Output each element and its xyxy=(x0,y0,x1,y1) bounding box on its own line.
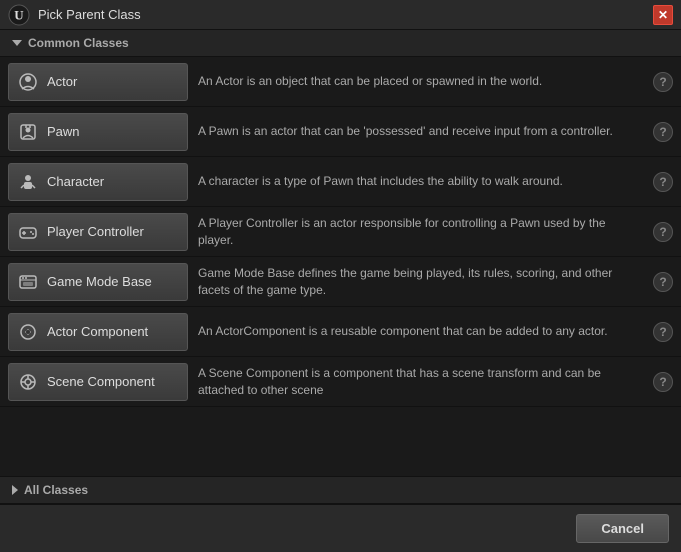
actor-icon xyxy=(17,71,39,93)
help-icon[interactable]: ? xyxy=(653,72,673,92)
all-classes-label: All Classes xyxy=(24,483,88,497)
class-list: Actor An Actor is an object that can be … xyxy=(0,57,681,476)
gamemodebase-icon xyxy=(17,271,39,293)
playercontroller-icon xyxy=(17,221,39,243)
class-description: Game Mode Base defines the game being pl… xyxy=(198,265,643,299)
class-button-character[interactable]: Character xyxy=(8,163,188,201)
class-item[interactable]: Player Controller A Player Controller is… xyxy=(0,207,681,257)
scenecomponent-icon xyxy=(17,371,39,393)
class-button-playercontroller[interactable]: Player Controller xyxy=(8,213,188,251)
class-item[interactable]: Scene Component A Scene Component is a c… xyxy=(0,357,681,407)
class-item[interactable]: Character A character is a type of Pawn … xyxy=(0,157,681,207)
pawn-icon xyxy=(17,121,39,143)
class-item[interactable]: Actor An Actor is an object that can be … xyxy=(0,57,681,107)
help-icon[interactable]: ? xyxy=(653,172,673,192)
class-name: Scene Component xyxy=(47,374,155,389)
class-button-actorcomponent[interactable]: Actor Component xyxy=(8,313,188,351)
help-icon[interactable]: ? xyxy=(653,272,673,292)
ue-logo: U xyxy=(8,4,30,26)
class-name: Game Mode Base xyxy=(47,274,152,289)
class-description: An Actor is an object that can be placed… xyxy=(198,73,643,90)
actorcomponent-icon xyxy=(17,321,39,343)
class-description: A character is a type of Pawn that inclu… xyxy=(198,173,643,190)
class-description: An ActorComponent is a reusable componen… xyxy=(198,323,643,340)
all-classes-header[interactable]: All Classes xyxy=(0,476,681,504)
class-item[interactable]: Actor Component An ActorComponent is a r… xyxy=(0,307,681,357)
svg-text:U: U xyxy=(14,7,24,22)
class-name: Actor xyxy=(47,74,77,89)
class-item[interactable]: Pawn A Pawn is an actor that can be 'pos… xyxy=(0,107,681,157)
class-button-actor[interactable]: Actor xyxy=(8,63,188,101)
character-icon xyxy=(17,171,39,193)
dialog-title: Pick Parent Class xyxy=(38,7,141,22)
class-description: A Pawn is an actor that can be 'possesse… xyxy=(198,123,643,140)
close-button[interactable]: ✕ xyxy=(653,5,673,25)
common-classes-label: Common Classes xyxy=(28,36,129,50)
help-icon[interactable]: ? xyxy=(653,372,673,392)
cancel-button[interactable]: Cancel xyxy=(576,514,669,543)
class-button-pawn[interactable]: Pawn xyxy=(8,113,188,151)
class-name: Player Controller xyxy=(47,224,144,239)
title-bar-left: U Pick Parent Class xyxy=(8,4,141,26)
title-bar: U Pick Parent Class ✕ xyxy=(0,0,681,30)
class-name: Actor Component xyxy=(47,324,148,339)
class-button-gamemodebase[interactable]: Game Mode Base xyxy=(8,263,188,301)
help-icon[interactable]: ? xyxy=(653,122,673,142)
class-item[interactable]: Game Mode Base Game Mode Base defines th… xyxy=(0,257,681,307)
help-icon[interactable]: ? xyxy=(653,322,673,342)
class-name: Pawn xyxy=(47,124,80,139)
footer: Cancel xyxy=(0,504,681,552)
class-description: A Player Controller is an actor responsi… xyxy=(198,215,643,249)
common-classes-arrow xyxy=(12,40,22,46)
help-icon[interactable]: ? xyxy=(653,222,673,242)
class-button-scenecomponent[interactable]: Scene Component xyxy=(8,363,188,401)
common-classes-header: Common Classes xyxy=(0,30,681,57)
class-name: Character xyxy=(47,174,104,189)
class-description: A Scene Component is a component that ha… xyxy=(198,365,643,399)
all-classes-arrow xyxy=(12,485,18,495)
